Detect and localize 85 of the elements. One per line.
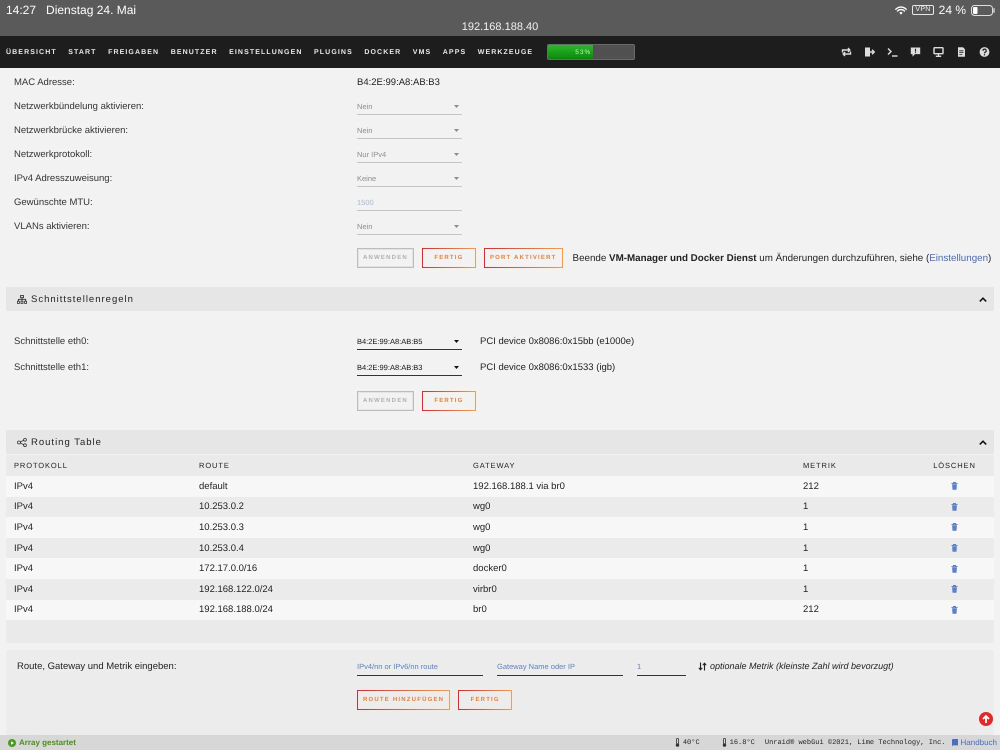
table-cell-text: IPv4 [13,522,34,533]
field-label: Netzwerkbrücke aktivieren: [14,124,130,136]
table-cell-text: IPv4 [13,542,34,554]
help-icon[interactable] [979,47,990,57]
field-label: Schnittstelle eth0: [14,336,90,346]
array-status: Array gestartet [19,738,76,748]
trash-icon[interactable] [951,606,958,614]
caret-down-icon [454,152,459,156]
sitemap-icon [17,294,27,304]
terminal-icon[interactable] [887,47,898,57]
table-cell-text: 1 [802,501,810,512]
table-cell-text: 1 [802,584,810,595]
table-cell-text: 192.168.188.1 via br0 [472,480,566,492]
table-cell-text: IPv4 [13,584,34,595]
hint-text: optionale Metrik (kleinste Zahl wird bevorzugt) [710,661,894,672]
table-cell-text: 192.168.188.0/24 [198,604,274,616]
field-label: Route, Gateway und Metrik eingeben: [17,660,178,672]
field-label: Netzwerkprotokoll: [14,148,94,160]
trash-icon[interactable] [951,482,958,490]
device-info: PCI device 0x8086:0x1533 (igb) [480,362,616,372]
thermometer-icon [722,738,727,748]
section-title: Routing Table [31,436,102,448]
table-cell-text: 212 [802,480,820,492]
table-cell-text: 212 [802,604,820,616]
battery-percentage: 24 % [938,3,966,17]
trash-icon[interactable] [951,585,958,594]
table-cell-text: 10.253.0.4 [198,542,245,554]
table-cell-text: wg0 [472,501,492,512]
trash-icon[interactable] [951,523,958,532]
caret-down-icon [454,176,459,180]
field-label: IPv4 Adresszuweisung: [14,172,114,184]
table-cell-text: 172.17.0.0/16 [198,563,258,574]
logout-icon[interactable] [864,47,875,57]
trash-icon[interactable] [951,564,958,573]
chevron-up-icon[interactable] [979,440,987,444]
field-label: Netzwerkbündelung aktivieren: [14,100,145,112]
sort-arrows-icon [698,662,707,671]
table-cell-text: br0 [472,604,488,616]
book-icon[interactable] [950,738,958,747]
document-icon[interactable] [956,47,967,57]
share-nodes-icon [17,438,27,446]
table-cell-text: IPv4 [13,480,34,492]
caret-down-icon [454,104,459,108]
table-cell-text: IPv4 [13,604,34,616]
field-label: Gewünschte MTU: [14,196,94,208]
thermometer-icon [674,738,680,748]
device-info: PCI device 0x8086:0x15bb (e1000e) [480,336,634,346]
caret-down-icon [454,340,459,342]
repeat-icon[interactable] [841,47,852,57]
trash-icon[interactable] [951,544,958,552]
table-cell-text: virbr0 [472,584,498,595]
play-circle-icon [8,738,16,747]
restart-note: Beende VM-Manager und Docker Dienst um Änderungen durchzuführen, siehe (Einstellungen) [572,252,992,264]
table-cell-text: wg0 [472,542,492,554]
table-cell-text: default [198,480,229,492]
wifi-icon [895,6,908,14]
section-title: Schnittstellenregeln [31,294,134,304]
table-cell-text: 192.168.122.0/24 [198,584,274,595]
table-cell-text: docker0 [472,563,508,574]
monitor-icon[interactable] [933,47,944,57]
settings-link[interactable]: Einstellungen [929,252,988,264]
speech-bubble-icon[interactable] [910,47,921,57]
caret-down-icon [454,224,459,228]
field-label: VLANs aktivieren: [14,220,91,232]
table-cell-text: 10.253.0.3 [198,522,245,533]
field-label: MAC Adresse: [14,76,76,88]
chevron-up-icon[interactable] [979,296,987,302]
table-cell-text: IPv4 [13,563,34,574]
scroll-to-top-icon[interactable] [979,712,993,726]
trash-icon[interactable] [951,502,958,511]
caret-down-icon [454,366,459,368]
table-cell-text: 1 [802,542,810,554]
manual-link[interactable]: Handbuch [960,738,997,748]
date-text: Dienstag 24. Mai [46,3,136,17]
caret-down-icon [454,128,459,132]
table-cell-text: IPv4 [13,501,34,512]
clock-time: 14:27 [6,3,36,17]
table-cell-text: 10.253.0.2 [198,501,245,512]
field-label: Schnittstelle eth1: [14,362,90,372]
field-value: B4:2E:99:A8:AB:B3 [357,76,440,88]
url-text: 192.168.188.40 [462,21,538,33]
battery-icon [971,4,995,16]
table-cell-text: wg0 [472,522,492,533]
table-cell-text: 1 [802,522,810,533]
table-cell-text: 1 [802,563,810,574]
